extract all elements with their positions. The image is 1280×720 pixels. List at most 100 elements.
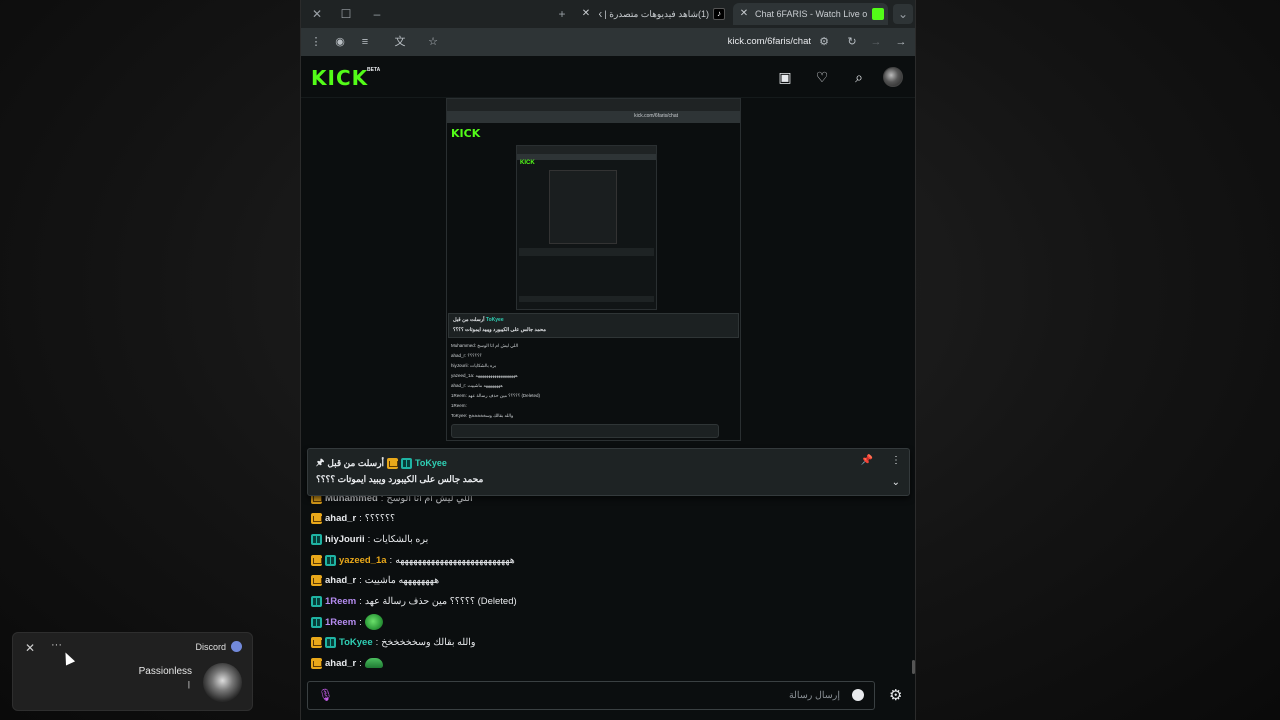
subscriber-badge-icon bbox=[311, 616, 322, 628]
chat-message[interactable]: ahad_r: bbox=[311, 653, 383, 673]
chat-message[interactable]: yazeed_1a: ههههههههههههههههههههههههههه bbox=[311, 550, 515, 570]
tab-tiktok[interactable]: ✕ (1)شاهد فيديوهات متصدرة | TikTok ♪ bbox=[577, 3, 729, 25]
nested-chat-list: Muhammed: اللي ليش ام اتا الوسخ ahad_r: … bbox=[451, 341, 736, 421]
site-settings-icon[interactable]: ⚙ bbox=[814, 32, 834, 52]
crown-badge-icon bbox=[311, 574, 322, 586]
chat-scrollbar[interactable] bbox=[912, 660, 915, 674]
nested-address-bar: kick.com/6faris/chat bbox=[447, 111, 740, 123]
avatar bbox=[203, 663, 242, 702]
nested-chat-row: 1Reem: bbox=[451, 403, 467, 408]
stream-video: kick.com/6faris/chat KICK KICK أرسلت من … bbox=[301, 98, 915, 444]
pin-icon: 🖈 bbox=[316, 457, 325, 467]
chat-text: ههههههههه ماشييت bbox=[364, 574, 440, 586]
nested-inner-tabs bbox=[517, 146, 656, 154]
nested-chat-row: yazeed_1a: هههههههههههههههههههه bbox=[451, 373, 518, 378]
chat-username[interactable]: ToKyee bbox=[339, 637, 373, 648]
chat-message[interactable]: ahad_r: ؟؟؟؟؟؟ bbox=[311, 508, 395, 528]
bookmark-star-icon[interactable]: ☆ bbox=[423, 32, 443, 52]
nested-url: kick.com/6faris/chat bbox=[634, 113, 678, 119]
address-bar-row: ⋮ ◉ ≡ 文 ☆ kick.com/6faris/chat ⚙ ↻ → → bbox=[301, 28, 915, 56]
nested-chat-input bbox=[451, 424, 719, 438]
minimize-icon[interactable]: – bbox=[367, 4, 387, 24]
kick-logo[interactable]: KICK bbox=[311, 66, 368, 90]
chat-input-placeholder: إرسال رسالة bbox=[788, 690, 840, 701]
heart-icon[interactable]: ♡ bbox=[812, 67, 832, 87]
nested-chat-row: 1Reem: ؟؟؟؟؟ مين حذف رسالة عهد (Deleted) bbox=[451, 393, 540, 398]
chat-username[interactable]: hiyJourii bbox=[325, 534, 365, 545]
avatar[interactable] bbox=[883, 67, 903, 87]
nested-tab-strip bbox=[447, 99, 740, 111]
chat-message[interactable]: ahad_r: ههههههههه ماشييت bbox=[311, 570, 439, 590]
tab-kick-chat[interactable]: ✕ Chat 6FARIS - Watch Live on Kick bbox=[733, 3, 888, 25]
nested-chat-row: ahad_r: ههههههههه ماشييت bbox=[451, 383, 503, 388]
chat-text: ؟؟؟؟؟ مين حذف رسالة عهد (Deleted) bbox=[364, 595, 517, 607]
translate-icon[interactable]: 文 bbox=[390, 32, 410, 52]
unpin-icon[interactable]: 📌 bbox=[861, 455, 873, 466]
chat-message[interactable]: 1Reem: ؟؟؟؟؟ مين حذف رسالة عهد (Deleted) bbox=[311, 591, 517, 611]
chat-username[interactable]: ahad_r bbox=[325, 658, 356, 669]
chat-username[interactable]: yazeed_1a bbox=[339, 555, 387, 566]
back-icon[interactable]: → bbox=[891, 32, 911, 52]
microphone-icon[interactable]: 🎙 bbox=[318, 688, 333, 702]
chat-text: ههههههههههههههههههههههههههه bbox=[395, 554, 515, 566]
chat-message-list: Muhammed: اللي ليش ام اتا الوسخ ahad_r: … bbox=[311, 488, 907, 678]
nested-pin-user: ToKyee bbox=[485, 317, 504, 323]
crown-badge-icon bbox=[311, 554, 322, 566]
chat-input[interactable]: 🎙 إرسال رسالة bbox=[307, 681, 875, 710]
pinned-prefix: أرسلت من قبل bbox=[327, 457, 385, 468]
emoji-icon[interactable] bbox=[852, 689, 864, 701]
chat-text: والله بقالك وسخخخخخخ bbox=[381, 636, 476, 648]
tab-label: Chat 6FARIS - Watch Live on Kick bbox=[755, 9, 867, 19]
nested-screen-capture-deepest bbox=[549, 170, 617, 244]
chat-message[interactable]: 1Reem: bbox=[311, 612, 383, 632]
chat-username[interactable]: ahad_r bbox=[325, 575, 356, 586]
more-options-icon[interactable]: ··· bbox=[51, 639, 62, 651]
tiktok-icon: ♪ bbox=[713, 8, 725, 20]
chat-message[interactable]: ToKyee: والله بقالك وسخخخخخخ bbox=[311, 632, 476, 652]
tab-label: (1)شاهد فيديوهات متصدرة | TikTok bbox=[599, 9, 709, 19]
discord-icon bbox=[231, 641, 242, 652]
nested-inner-logo: KICK bbox=[520, 160, 535, 166]
chat-username[interactable]: 1Reem bbox=[325, 617, 356, 628]
forward-icon[interactable]: → bbox=[866, 32, 886, 52]
chat-settings-gear-icon[interactable]: ⚙ bbox=[889, 686, 902, 704]
nested-pin-prefix: أرسلت من قبل bbox=[453, 317, 485, 323]
crown-badge-icon bbox=[387, 457, 399, 469]
chat-username[interactable]: 1Reem bbox=[325, 596, 356, 607]
chevron-down-icon[interactable]: ⌄ bbox=[892, 477, 900, 488]
frog-emote-icon bbox=[364, 658, 383, 668]
discord-notification[interactable]: ✕ ··· Discord Passionless | bbox=[12, 632, 253, 711]
subscriber-badge-icon bbox=[311, 533, 322, 545]
chat-username[interactable]: ahad_r bbox=[325, 513, 356, 524]
nested-chat-row: ahad_r: ؟؟؟؟؟؟ bbox=[451, 353, 482, 358]
pinned-message[interactable]: 🖈 أرسلت من قبل ToKyee محمد جالس على الكي… bbox=[307, 448, 910, 496]
reload-icon[interactable]: ↻ bbox=[842, 32, 862, 52]
address-url[interactable]: kick.com/6faris/chat bbox=[601, 34, 811, 50]
maximize-icon[interactable]: ☐ bbox=[336, 4, 356, 24]
kick-icon bbox=[872, 8, 884, 20]
nested-inner-omni bbox=[517, 154, 656, 160]
crown-badge-icon bbox=[311, 512, 322, 524]
crown-badge-icon bbox=[311, 636, 322, 648]
more-options-icon[interactable]: ⋮ bbox=[891, 455, 901, 466]
chat-text: ؟؟؟؟؟؟ bbox=[364, 512, 396, 524]
reading-list-icon[interactable]: ≡ bbox=[355, 32, 375, 52]
pinned-actions: 📌 ⋮ bbox=[861, 455, 901, 466]
subscriber-badge-icon bbox=[311, 595, 322, 607]
nested-chat-row: hiyJourii: بره بالشكايات bbox=[451, 363, 497, 368]
pinned-user[interactable]: ToKyee bbox=[415, 458, 447, 468]
chat-message[interactable]: hiyJourii: بره بالشكايات bbox=[311, 529, 428, 549]
menu-icon[interactable]: ⋮ bbox=[306, 32, 326, 52]
close-tab-icon[interactable]: ✕ bbox=[737, 3, 751, 25]
profile-icon[interactable]: ◉ bbox=[330, 32, 350, 52]
tab-strip: ✕ ☐ – + ✕ (1)شاهد فيديوهات متصدرة | TikT… bbox=[301, 0, 915, 28]
nested-screen-capture-inner: KICK bbox=[516, 145, 657, 310]
close-window-icon[interactable]: ✕ bbox=[307, 4, 327, 24]
new-tab-icon[interactable]: + bbox=[552, 4, 572, 24]
following-icon[interactable]: ▣ bbox=[775, 67, 795, 87]
browser-window: ✕ ☐ – + ✕ (1)شاهد فيديوهات متصدرة | TikT… bbox=[300, 0, 916, 720]
close-icon[interactable]: ✕ bbox=[25, 641, 35, 655]
close-tab-icon[interactable]: ✕ bbox=[579, 3, 593, 25]
tab-search-chevron-icon[interactable]: ⌄ bbox=[893, 4, 913, 24]
search-icon[interactable]: ⌕ bbox=[849, 67, 869, 87]
